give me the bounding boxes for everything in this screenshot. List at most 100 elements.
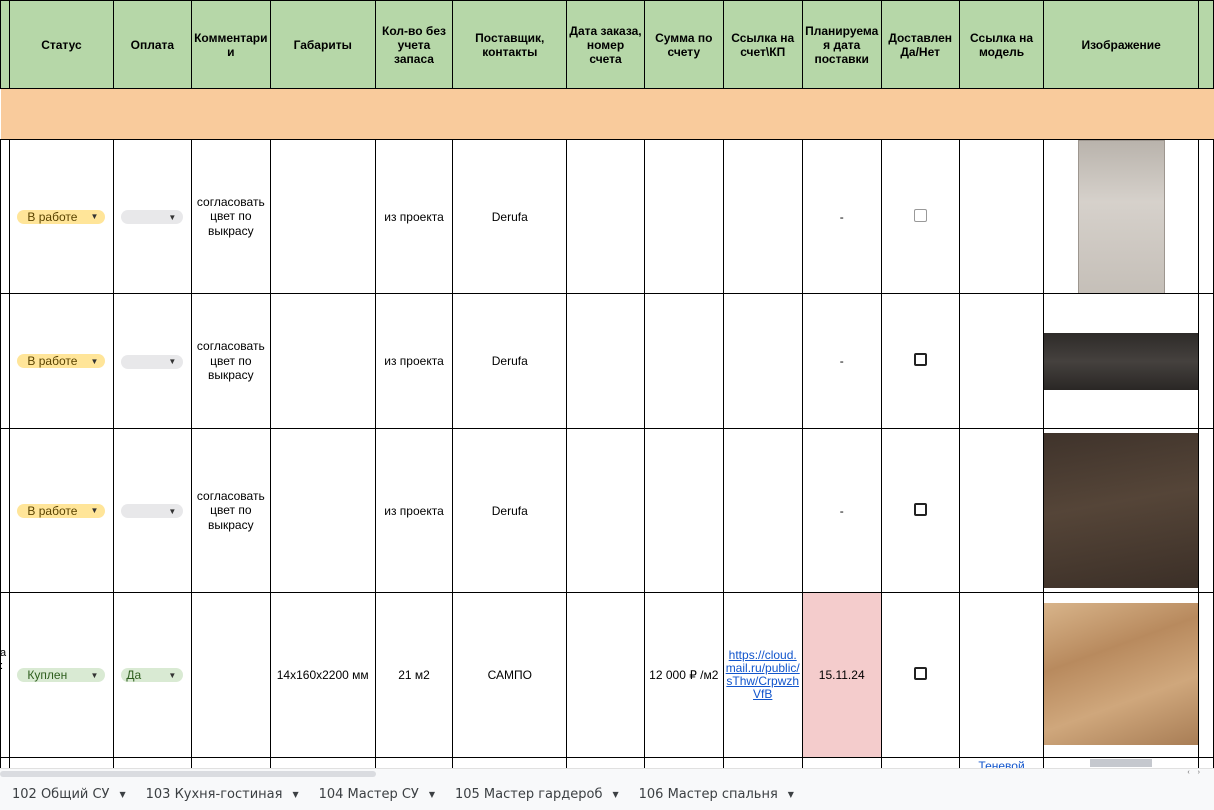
sum-cell[interactable] bbox=[643, 139, 724, 294]
right-cell[interactable] bbox=[1197, 139, 1214, 294]
left-cell[interactable] bbox=[0, 757, 10, 768]
status-dropdown[interactable]: В работе ▼ bbox=[17, 503, 106, 518]
header-cell-left[interactable] bbox=[0, 0, 10, 89]
payment-cell[interactable]: ▼ bbox=[112, 139, 192, 294]
scroll-arrows-icon[interactable]: ‹› bbox=[1187, 769, 1208, 776]
status-cell[interactable]: В работе ▼ bbox=[8, 428, 114, 593]
header-model-link[interactable]: Ссылка на модель bbox=[958, 0, 1045, 89]
comment-cell[interactable]: согласовать цвет по выкрасу bbox=[190, 428, 271, 593]
status-cell[interactable]: Куплен ▼ bbox=[8, 592, 114, 758]
model-link-cell[interactable] bbox=[958, 428, 1045, 593]
model-link[interactable]: Теневой bbox=[978, 760, 1024, 769]
delivered-cell[interactable] bbox=[880, 293, 960, 429]
payment-dropdown[interactable]: ▼ bbox=[121, 210, 184, 225]
supplier-cell[interactable] bbox=[452, 757, 568, 768]
sheet-tab[interactable]: 105 Мастер гардероб ▼ bbox=[455, 787, 619, 802]
header-comments[interactable]: Комментари и bbox=[190, 0, 271, 89]
header-sum[interactable]: Сумма по счету bbox=[643, 0, 724, 89]
order-date-cell[interactable] bbox=[566, 757, 645, 768]
delivered-cell[interactable] bbox=[880, 428, 960, 593]
header-supplier[interactable]: Поставщик, контакты bbox=[452, 0, 568, 89]
sum-cell[interactable]: 12 000 ₽ /м2 bbox=[643, 592, 724, 758]
payment-cell[interactable]: ▼ bbox=[112, 293, 192, 429]
left-cell[interactable] bbox=[0, 139, 10, 294]
status-dropdown[interactable]: Куплен ▼ bbox=[17, 668, 106, 682]
sheet-tab[interactable]: 103 Кухня-гостиная ▼ bbox=[146, 787, 299, 802]
dimensions-cell[interactable] bbox=[269, 757, 376, 768]
qty-cell[interactable]: из проекта bbox=[374, 139, 454, 294]
qty-cell[interactable]: 21 м2 bbox=[374, 592, 454, 758]
delivered-cell[interactable] bbox=[880, 139, 960, 294]
payment-dropdown[interactable]: ▼ bbox=[121, 504, 184, 519]
header-dimensions[interactable]: Габариты bbox=[269, 0, 376, 89]
left-cell[interactable] bbox=[0, 293, 10, 429]
horizontal-scrollbar[interactable]: ‹› bbox=[0, 768, 1214, 778]
header-image[interactable]: Изображение bbox=[1043, 0, 1199, 89]
right-cell[interactable] bbox=[1197, 757, 1214, 768]
invoice-link-cell[interactable] bbox=[722, 757, 803, 768]
supplier-cell[interactable]: САМПО bbox=[452, 592, 568, 758]
comment-cell[interactable] bbox=[190, 592, 271, 758]
image-cell[interactable] bbox=[1043, 139, 1199, 294]
qty-cell[interactable] bbox=[374, 757, 454, 768]
invoice-link-cell[interactable] bbox=[722, 428, 803, 593]
planned-date-cell[interactable]: - bbox=[801, 293, 882, 429]
delivered-checkbox[interactable] bbox=[913, 208, 927, 222]
order-date-cell[interactable] bbox=[566, 139, 645, 294]
chevron-down-icon[interactable]: ▼ bbox=[119, 790, 125, 799]
sum-cell[interactable] bbox=[643, 757, 724, 768]
planned-date-cell[interactable]: - bbox=[801, 428, 882, 593]
header-cell-right[interactable] bbox=[1197, 0, 1214, 89]
sum-cell[interactable] bbox=[643, 293, 724, 429]
status-cell[interactable]: В работе ▼ bbox=[8, 139, 114, 294]
dimensions-cell[interactable] bbox=[269, 428, 376, 593]
supplier-cell[interactable]: Derufa bbox=[452, 293, 568, 429]
header-planned-date[interactable]: Планируема я дата поставки bbox=[801, 0, 882, 89]
status-cell[interactable] bbox=[8, 757, 114, 768]
sum-cell[interactable] bbox=[643, 428, 724, 593]
status-cell[interactable]: В работе ▼ bbox=[8, 293, 114, 429]
chevron-down-icon[interactable]: ▼ bbox=[612, 790, 618, 799]
invoice-link-cell[interactable] bbox=[722, 139, 803, 294]
scrollbar-thumb[interactable] bbox=[0, 771, 376, 777]
right-cell[interactable] bbox=[1197, 293, 1214, 429]
dimensions-cell[interactable]: 14х160х2200 мм bbox=[269, 592, 376, 758]
payment-cell[interactable]: Да ▼ bbox=[112, 592, 192, 758]
supplier-cell[interactable]: Derufa bbox=[452, 139, 568, 294]
left-cell[interactable] bbox=[0, 592, 10, 758]
delivered-checkbox[interactable] bbox=[913, 667, 927, 680]
order-date-cell[interactable] bbox=[566, 592, 645, 758]
comment-cell[interactable] bbox=[190, 757, 271, 768]
header-delivered[interactable]: Доставлен Да/Нет bbox=[880, 0, 960, 89]
right-cell[interactable] bbox=[1197, 428, 1214, 593]
image-cell[interactable] bbox=[1043, 757, 1199, 768]
header-status[interactable]: Статус bbox=[8, 0, 114, 89]
supplier-cell[interactable]: Derufa bbox=[452, 428, 568, 593]
invoice-link-cell[interactable] bbox=[722, 293, 803, 429]
header-payment[interactable]: Оплата bbox=[112, 0, 192, 89]
sheet-tab[interactable]: 104 Мастер СУ ▼ bbox=[319, 787, 435, 802]
planned-date-cell[interactable]: 15.11.24 bbox=[801, 592, 882, 758]
section-band[interactable] bbox=[0, 88, 1214, 140]
delivered-cell[interactable] bbox=[880, 757, 960, 768]
right-cell[interactable] bbox=[1197, 592, 1214, 758]
delivered-cell[interactable] bbox=[880, 592, 960, 758]
payment-cell[interactable] bbox=[112, 757, 192, 768]
payment-cell[interactable]: ▼ bbox=[112, 428, 192, 593]
comment-cell[interactable]: согласовать цвет по выкрасу bbox=[190, 293, 271, 429]
order-date-cell[interactable] bbox=[566, 428, 645, 593]
header-invoice-link[interactable]: Ссылка на счет\КП bbox=[722, 0, 803, 89]
dimensions-cell[interactable] bbox=[269, 293, 376, 429]
comment-cell[interactable]: согласовать цвет по выкрасу bbox=[190, 139, 271, 294]
model-link-cell[interactable] bbox=[958, 139, 1045, 294]
planned-date-cell[interactable] bbox=[801, 757, 882, 768]
invoice-link-cell[interactable]: https://cloud. mail.ru/public/ sThw/Crpw… bbox=[722, 592, 803, 758]
chevron-down-icon[interactable]: ▼ bbox=[292, 790, 298, 799]
payment-dropdown[interactable]: ▼ bbox=[121, 354, 184, 369]
delivered-checkbox[interactable] bbox=[913, 502, 927, 516]
order-date-cell[interactable] bbox=[566, 293, 645, 429]
image-cell[interactable] bbox=[1043, 293, 1199, 429]
model-link-cell[interactable]: Теневой bbox=[958, 757, 1045, 769]
payment-dropdown[interactable]: Да ▼ bbox=[121, 668, 184, 682]
planned-date-cell[interactable]: - bbox=[801, 139, 882, 294]
